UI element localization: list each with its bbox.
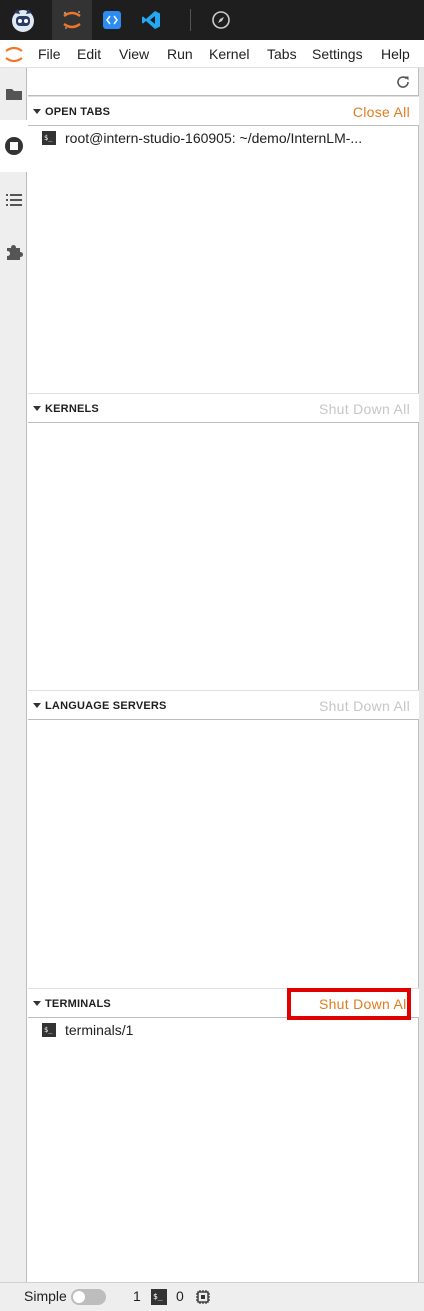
panel-toolbar: [28, 68, 419, 96]
jupyter-logo-icon: [3, 43, 25, 65]
jupyter-icon[interactable]: [52, 0, 92, 40]
close-all-button[interactable]: Close All: [353, 104, 410, 120]
status-bar: Simple 1 $_ 0: [0, 1282, 424, 1311]
simple-mode-label: Simple: [24, 1288, 67, 1304]
puzzle-icon: [6, 245, 23, 260]
list-item[interactable]: $_ root@intern-studio-160905: ~/demo/Int…: [28, 126, 419, 152]
shut-down-all-kernels-button[interactable]: Shut Down All: [319, 401, 410, 417]
top-app-bar: [0, 0, 424, 40]
toggle-knob: [73, 1291, 85, 1303]
vscode-icon[interactable]: [131, 0, 171, 40]
terminal-icon: $_: [42, 1023, 56, 1037]
file-browser-tab[interactable]: [0, 68, 27, 120]
menu-edit[interactable]: Edit: [77, 46, 101, 62]
open-tabs-header[interactable]: OPEN TABS Close All: [28, 96, 419, 126]
language-servers-header[interactable]: LANGUAGE SERVERS Shut Down All: [28, 690, 419, 720]
cpu-chip-icon[interactable]: [195, 1289, 211, 1305]
toolbar-separator: [190, 9, 191, 31]
terminal-icon: $_: [42, 131, 56, 145]
menu-file[interactable]: File: [38, 46, 61, 62]
menu-help[interactable]: Help: [381, 46, 410, 62]
terminal-label: terminals/1: [65, 1022, 134, 1038]
section-title: LANGUAGE SERVERS: [45, 700, 167, 712]
robot-mascot-icon[interactable]: [3, 0, 43, 40]
left-sidebar: [0, 68, 28, 1282]
refresh-icon[interactable]: [395, 74, 411, 90]
collapse-caret-icon[interactable]: [33, 703, 41, 708]
table-of-contents-tab[interactable]: [0, 174, 27, 226]
highlight-box: [287, 988, 411, 1020]
simple-mode-toggle[interactable]: [71, 1289, 106, 1305]
collapse-caret-icon[interactable]: [33, 1001, 41, 1006]
folder-icon: [5, 89, 22, 100]
open-tab-label: root@intern-studio-160905: ~/demo/Intern…: [65, 130, 363, 146]
menu-kernel[interactable]: Kernel: [209, 46, 249, 62]
menu-tabs[interactable]: Tabs: [267, 46, 297, 62]
extensions-tab[interactable]: [0, 226, 27, 278]
list-icon: [5, 194, 22, 206]
section-title: KERNELS: [45, 403, 99, 415]
shut-down-all-language-servers-button[interactable]: Shut Down All: [319, 698, 410, 714]
section-title: OPEN TABS: [45, 106, 111, 118]
menu-bar: File Edit View Run Kernel Tabs Settings …: [0, 40, 424, 68]
running-panel: OPEN TABS Close All $_ root@intern-studi…: [28, 68, 419, 1282]
code-editor-icon[interactable]: [92, 0, 132, 40]
terminal-icon[interactable]: $_: [151, 1289, 167, 1305]
stop-circle-icon: [5, 137, 23, 155]
section-title: TERMINALS: [45, 998, 111, 1010]
terminal-count: 1: [133, 1288, 141, 1304]
running-sessions-tab[interactable]: [0, 120, 28, 172]
collapse-caret-icon[interactable]: [33, 109, 41, 114]
compass-icon[interactable]: [201, 0, 241, 40]
list-item[interactable]: $_ terminals/1: [28, 1018, 419, 1044]
kernels-header[interactable]: KERNELS Shut Down All: [28, 393, 419, 423]
menu-run[interactable]: Run: [167, 46, 193, 62]
menu-view[interactable]: View: [119, 46, 149, 62]
collapse-caret-icon[interactable]: [33, 406, 41, 411]
scrollbar[interactable]: [419, 68, 424, 1282]
menu-settings[interactable]: Settings: [312, 46, 363, 62]
kernel-count: 0: [176, 1288, 184, 1304]
